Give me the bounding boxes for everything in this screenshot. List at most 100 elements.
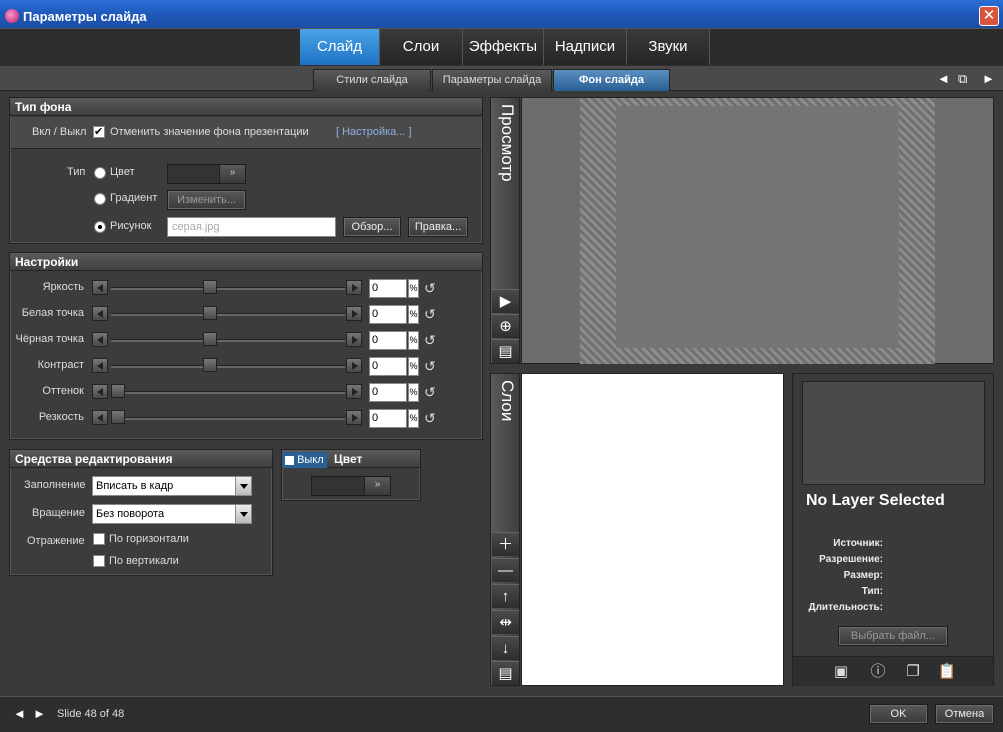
color-picker-icon[interactable]: » — [364, 477, 390, 495]
tab-sounds[interactable]: Звуки — [627, 29, 710, 65]
add-layer-icon[interactable]: ＋ — [492, 532, 519, 556]
edit-layer-icon[interactable]: ▤ — [492, 339, 519, 363]
slider-label: Яркость — [42, 281, 84, 293]
play-icon[interactable]: ▶ — [492, 289, 519, 313]
percent-unit: % — [408, 383, 419, 402]
browse-button[interactable]: Обзор... — [343, 217, 401, 237]
slider-thumb[interactable] — [203, 332, 217, 346]
image-file-field[interactable]: серая.jpg — [167, 217, 336, 237]
slider-thumb[interactable] — [111, 384, 125, 398]
increase-arrow-icon[interactable] — [346, 410, 362, 425]
slider-value-input[interactable]: 0 — [369, 409, 407, 428]
sub-tabs: Стили слайда Параметры слайда Фон слайда… — [0, 66, 1003, 91]
slider-thumb[interactable] — [111, 410, 125, 424]
slider-thumb[interactable] — [203, 306, 217, 320]
select-file-button[interactable]: Выбрать файл... — [838, 626, 948, 646]
onoff-label: Вкл / Выкл — [32, 126, 87, 138]
color-picker-icon[interactable]: » — [219, 165, 245, 183]
gradient-change-button[interactable]: Изменить... — [167, 190, 246, 210]
rotation-dropdown[interactable]: Без поворота — [92, 504, 252, 524]
chevron-down-icon[interactable] — [235, 477, 251, 495]
chevron-down-icon[interactable] — [235, 505, 251, 523]
overlay-color-swatch[interactable]: » — [311, 476, 391, 496]
cancel-button[interactable]: Отмена — [935, 704, 994, 724]
image-radio[interactable] — [94, 221, 106, 233]
mirror-horizontal-checkbox[interactable] — [93, 533, 105, 545]
slider-thumb[interactable] — [203, 358, 217, 372]
slider-track[interactable] — [111, 391, 345, 394]
color-toggle-checkbox[interactable] — [285, 455, 294, 465]
slider-track[interactable] — [111, 417, 345, 420]
edit-layer-icon[interactable]: ▤ — [492, 661, 519, 685]
slider-track[interactable] — [111, 365, 345, 368]
footer: ◄ ► Slide 48 of 48 OK Отмена — [0, 696, 1003, 732]
settings-link[interactable]: [ Настройка... ] — [336, 126, 412, 138]
slider-track[interactable] — [111, 313, 345, 316]
increase-arrow-icon[interactable] — [346, 384, 362, 399]
subtab-slide-styles[interactable]: Стили слайда — [313, 69, 431, 91]
subtab-slide-background[interactable]: Фон слайда — [553, 69, 670, 91]
increase-arrow-icon[interactable] — [346, 306, 362, 321]
move-up-icon[interactable]: ↑ — [492, 584, 519, 608]
close-button[interactable]: ✕ — [979, 6, 999, 26]
reset-icon[interactable]: ↺ — [424, 411, 438, 425]
color-toggle[interactable]: Выкл — [282, 452, 327, 468]
layer-info-icon[interactable]: ⓘ — [868, 662, 888, 682]
slider-label: Контраст — [37, 359, 84, 371]
layers-title: Слои — [498, 380, 517, 422]
tab-layers[interactable]: Слои — [380, 29, 463, 65]
reset-icon[interactable]: ↺ — [424, 385, 438, 399]
slider-value-input[interactable]: 0 — [369, 383, 407, 402]
decrease-arrow-icon[interactable] — [92, 306, 108, 321]
mirror-vertical-checkbox[interactable] — [93, 555, 105, 567]
resolution-label: Разрешение: — [819, 554, 883, 565]
prev-icon[interactable]: ◄ — [937, 71, 950, 86]
slider-track[interactable] — [111, 287, 345, 290]
reset-icon[interactable]: ↺ — [424, 333, 438, 347]
rotation-label: Вращение — [32, 507, 85, 519]
mirror-label: Отражение — [27, 535, 85, 547]
edit-button[interactable]: Правка... — [408, 217, 468, 237]
slider-value-input[interactable]: 0 — [369, 279, 407, 298]
prev-slide-icon[interactable]: ◄ — [13, 706, 26, 721]
increase-arrow-icon[interactable] — [346, 332, 362, 347]
zoom-icon[interactable]: ⊕ — [492, 314, 519, 338]
copy-layer-icon[interactable]: ❐ — [903, 662, 923, 682]
slider-value-input[interactable]: 0 — [369, 305, 407, 324]
next-slide-icon[interactable]: ► — [33, 706, 46, 721]
reset-icon[interactable]: ↺ — [424, 359, 438, 373]
decrease-arrow-icon[interactable] — [92, 358, 108, 373]
slider-thumb[interactable] — [203, 280, 217, 294]
color-radio[interactable] — [94, 167, 106, 179]
fit-horizontal-icon[interactable]: ⇹ — [492, 610, 519, 634]
increase-arrow-icon[interactable] — [346, 358, 362, 373]
decrease-arrow-icon[interactable] — [92, 280, 108, 295]
move-down-icon[interactable]: ↓ — [492, 636, 519, 660]
decrease-arrow-icon[interactable] — [92, 332, 108, 347]
remove-layer-icon[interactable]: — — [492, 558, 519, 582]
tab-slide[interactable]: Слайд — [300, 29, 380, 65]
tab-effects[interactable]: Эффекты — [463, 29, 544, 65]
gradient-radio[interactable] — [94, 193, 106, 205]
fill-dropdown[interactable]: Вписать в кадр — [92, 476, 252, 496]
increase-arrow-icon[interactable] — [346, 280, 362, 295]
decrease-arrow-icon[interactable] — [92, 384, 108, 399]
restore-window-icon[interactable]: ⧉ — [958, 71, 967, 87]
subtab-slide-params[interactable]: Параметры слайда — [432, 69, 552, 91]
ok-button[interactable]: OK — [869, 704, 928, 724]
color-swatch[interactable]: » — [167, 164, 246, 184]
reset-icon[interactable]: ↺ — [424, 281, 438, 295]
reset-icon[interactable]: ↺ — [424, 307, 438, 321]
next-icon[interactable]: ► — [982, 71, 995, 86]
slider-value-input[interactable]: 0 — [369, 357, 407, 376]
slider-track[interactable] — [111, 339, 345, 342]
slider-value-input[interactable]: 0 — [369, 331, 407, 350]
decrease-arrow-icon[interactable] — [92, 410, 108, 425]
layers-list[interactable] — [521, 373, 784, 686]
tab-captions[interactable]: Надписи — [544, 29, 627, 65]
main-tabs: Слайд Слои Эффекты Надписи Звуки — [0, 28, 1003, 66]
percent-unit: % — [408, 305, 419, 324]
paste-layer-icon[interactable]: 📋 — [937, 662, 957, 682]
layer-properties-icon[interactable]: ▣ — [831, 662, 851, 682]
override-checkbox[interactable] — [93, 125, 105, 138]
